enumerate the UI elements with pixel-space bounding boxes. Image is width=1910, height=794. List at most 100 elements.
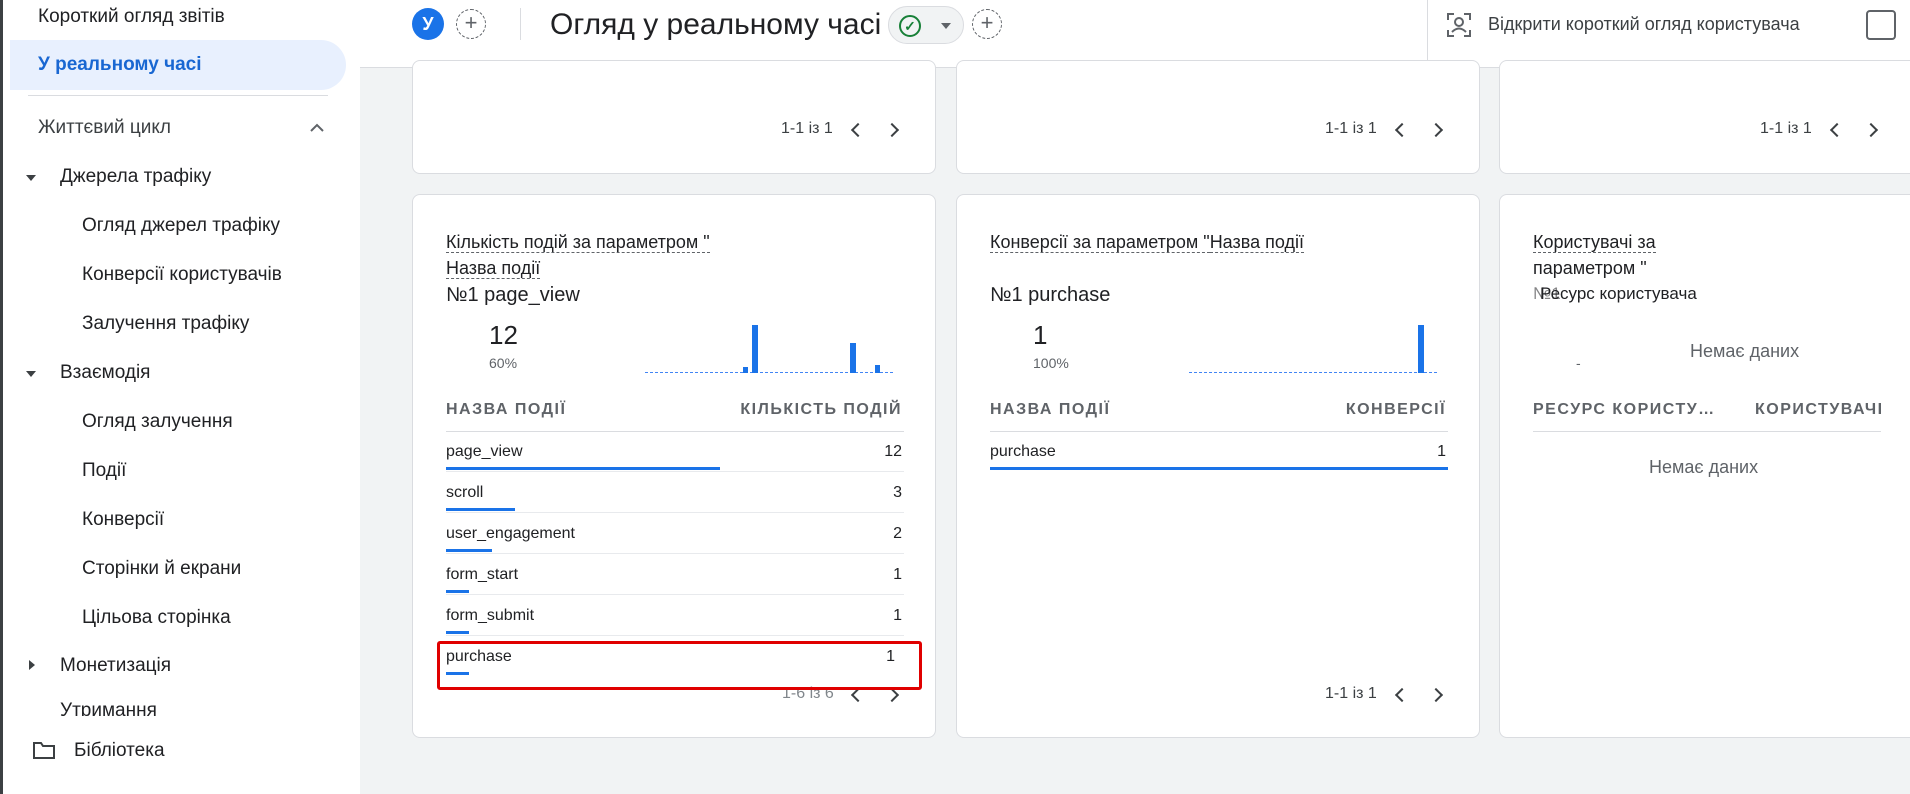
sidebar-item-traffic-sources[interactable]: Джерела трафіку <box>60 166 211 188</box>
top-rank: №1 <box>990 284 1023 306</box>
chevron-left-icon[interactable] <box>1394 687 1410 703</box>
sparkline-bar <box>752 325 758 373</box>
sidebar-item-engagement-overview[interactable]: Огляд залучення <box>82 411 233 433</box>
chevron-right-icon[interactable] <box>1428 687 1444 703</box>
add-filter-button[interactable]: + <box>972 9 1002 39</box>
sidebar-item-traffic-overview[interactable]: Огляд джерел трафіку <box>82 215 280 237</box>
row-divider <box>446 512 904 513</box>
top-item-value: 1 <box>1033 320 1048 350</box>
table-row-value: 3 <box>893 484 902 501</box>
column-header-user-property[interactable]: РЕСУРС КОРИСТУ… <box>1533 401 1716 419</box>
column-header-event-name[interactable]: НАЗВА ПОДІЇ <box>446 401 566 419</box>
page-title: Огляд у реальному часі <box>550 8 882 41</box>
chevron-right-icon[interactable] <box>1428 122 1444 138</box>
sparkline-baseline <box>1189 372 1437 373</box>
chevron-right-icon[interactable] <box>1863 122 1879 138</box>
chevron-left-icon[interactable] <box>850 687 866 703</box>
table-row-label[interactable]: user_engagement <box>446 525 575 543</box>
top-item-percent: 100% <box>1033 355 1069 371</box>
sparkline-bar <box>1418 325 1424 373</box>
card-top-1: 1-1 із 1 <box>412 60 936 174</box>
table-row-label[interactable]: form_submit <box>446 607 534 625</box>
caret-down-icon[interactable] <box>26 371 36 377</box>
chevron-right-icon[interactable] <box>884 687 900 703</box>
sidebar-item-pages-screens[interactable]: Сторінки й екрани <box>82 558 241 580</box>
folder-icon <box>33 742 55 759</box>
table-row-value: 1 <box>893 607 902 624</box>
card-title-metric[interactable]: Кількість подій за параметром " <box>446 232 710 253</box>
sidebar-item-engagement[interactable]: Взаємодія <box>60 362 150 384</box>
chevron-up-icon[interactable] <box>308 120 326 134</box>
header: У + Огляд у реальному часі ✓ + Відкрити … <box>360 0 1910 68</box>
status-dropdown[interactable]: ✓ <box>888 6 964 44</box>
card-top-3: 1-1 із 1 <box>1499 60 1910 174</box>
sidebar: Короткий огляд звітів У реальному часі Ж… <box>0 0 360 794</box>
card-title-dimension[interactable]: Назва події <box>446 258 541 279</box>
users-by-property-card: Користувачі за параметром " №1 Ресурс ко… <box>1499 194 1910 738</box>
sidebar-divider <box>28 95 328 96</box>
top-rank: №1 <box>446 284 479 306</box>
table-header-divider <box>1533 431 1881 432</box>
sidebar-item-traffic-acquisition[interactable]: Залучення трафіку <box>82 313 249 335</box>
table-row-label[interactable]: form_start <box>446 566 518 584</box>
sparkline-bar <box>875 365 880 373</box>
caret-right-icon[interactable] <box>29 660 35 670</box>
sidebar-section-lifecycle[interactable]: Життєвий цикл <box>38 117 171 139</box>
row-divider <box>446 635 904 636</box>
column-header-users[interactable]: КОРИСТУВАЧІ <box>1755 401 1884 419</box>
chevron-down-icon <box>941 23 951 29</box>
add-comparison-button[interactable]: + <box>456 9 486 39</box>
sidebar-item-landing-page[interactable]: Цільова сторінка <box>82 607 231 629</box>
sidebar-item-events[interactable]: Події <box>82 460 126 482</box>
card-title-line2: параметром " <box>1533 258 1647 278</box>
user-snapshot-pane: Відкрити короткий огляд користувача <box>1427 0 1910 68</box>
top-item-value-dash: - <box>1576 355 1581 371</box>
table-row-value: 2 <box>893 525 902 542</box>
open-user-snapshot-link[interactable]: Відкрити короткий огляд користувача <box>1488 14 1800 35</box>
card-title: Конверсії за параметром "Назва події <box>990 229 1304 255</box>
pagination-label: 1-1 із 1 <box>1325 120 1377 137</box>
chevron-left-icon[interactable] <box>850 122 866 138</box>
table-row-value: 1 <box>1437 443 1446 460</box>
row-share-bar <box>446 508 515 511</box>
sidebar-item-library[interactable]: Бібліотека <box>74 740 165 762</box>
row-share-bar <box>446 631 469 634</box>
check-circle-icon: ✓ <box>899 15 921 37</box>
sidebar-item-monetization[interactable]: Монетизація <box>60 655 171 677</box>
card-title: Користувачі за параметром " <box>1533 229 1656 281</box>
top-item-name: page_view <box>484 284 580 306</box>
row-share-bar <box>446 467 720 470</box>
sparkline-bar <box>850 343 856 373</box>
no-data-label: Немає даних <box>1690 341 1800 361</box>
table-row-label[interactable]: purchase <box>990 443 1056 461</box>
sidebar-item-retention-clipped[interactable]: Утримання <box>60 700 157 716</box>
chevron-left-icon[interactable] <box>1829 122 1845 138</box>
column-header-event-name[interactable]: НАЗВА ПОДІЇ <box>990 401 1110 419</box>
card-title-dimension[interactable]: Назва події <box>1209 232 1304 253</box>
pagination-label: 1-1 із 1 <box>1325 685 1377 702</box>
chevron-right-icon[interactable] <box>884 122 900 138</box>
sidebar-item-reports-snapshot[interactable]: Короткий огляд звітів <box>38 6 225 28</box>
card-title-metric[interactable]: Користувачі за <box>1533 232 1656 253</box>
sidebar-item-conversions[interactable]: Конверсії <box>82 509 164 531</box>
sidebar-item-user-acquisition[interactable]: Конверсії користувачів <box>82 264 282 286</box>
card-title-metric[interactable]: Конверсії за параметром " <box>990 232 1210 253</box>
row-share-bar <box>446 549 492 552</box>
row-divider <box>446 553 904 554</box>
table-row-label[interactable]: page_view <box>446 443 523 461</box>
top-item-percent: 60% <box>489 355 518 371</box>
table-header-divider <box>446 431 904 432</box>
sparkline-bar <box>743 367 748 373</box>
caret-down-icon[interactable] <box>26 175 36 181</box>
column-header-event-count[interactable]: КІЛЬКІСТЬ ПОДІЙ <box>740 401 902 419</box>
table-row-value: 1 <box>893 566 902 583</box>
table-row-label[interactable]: scroll <box>446 484 483 502</box>
chevron-left-icon[interactable] <box>1394 122 1410 138</box>
card-top-2: 1-1 із 1 <box>956 60 1480 174</box>
sidebar-item-retention[interactable]: Утримання <box>60 700 157 716</box>
sidebar-item-realtime[interactable]: У реальному часі <box>38 54 202 76</box>
column-header-conversions[interactable]: КОНВЕРСІЇ <box>1346 401 1446 419</box>
conversions-card: Конверсії за параметром "Назва події №1 … <box>956 194 1480 738</box>
comparison-avatar[interactable]: У <box>412 8 444 40</box>
snapshot-icon[interactable] <box>1866 10 1896 40</box>
